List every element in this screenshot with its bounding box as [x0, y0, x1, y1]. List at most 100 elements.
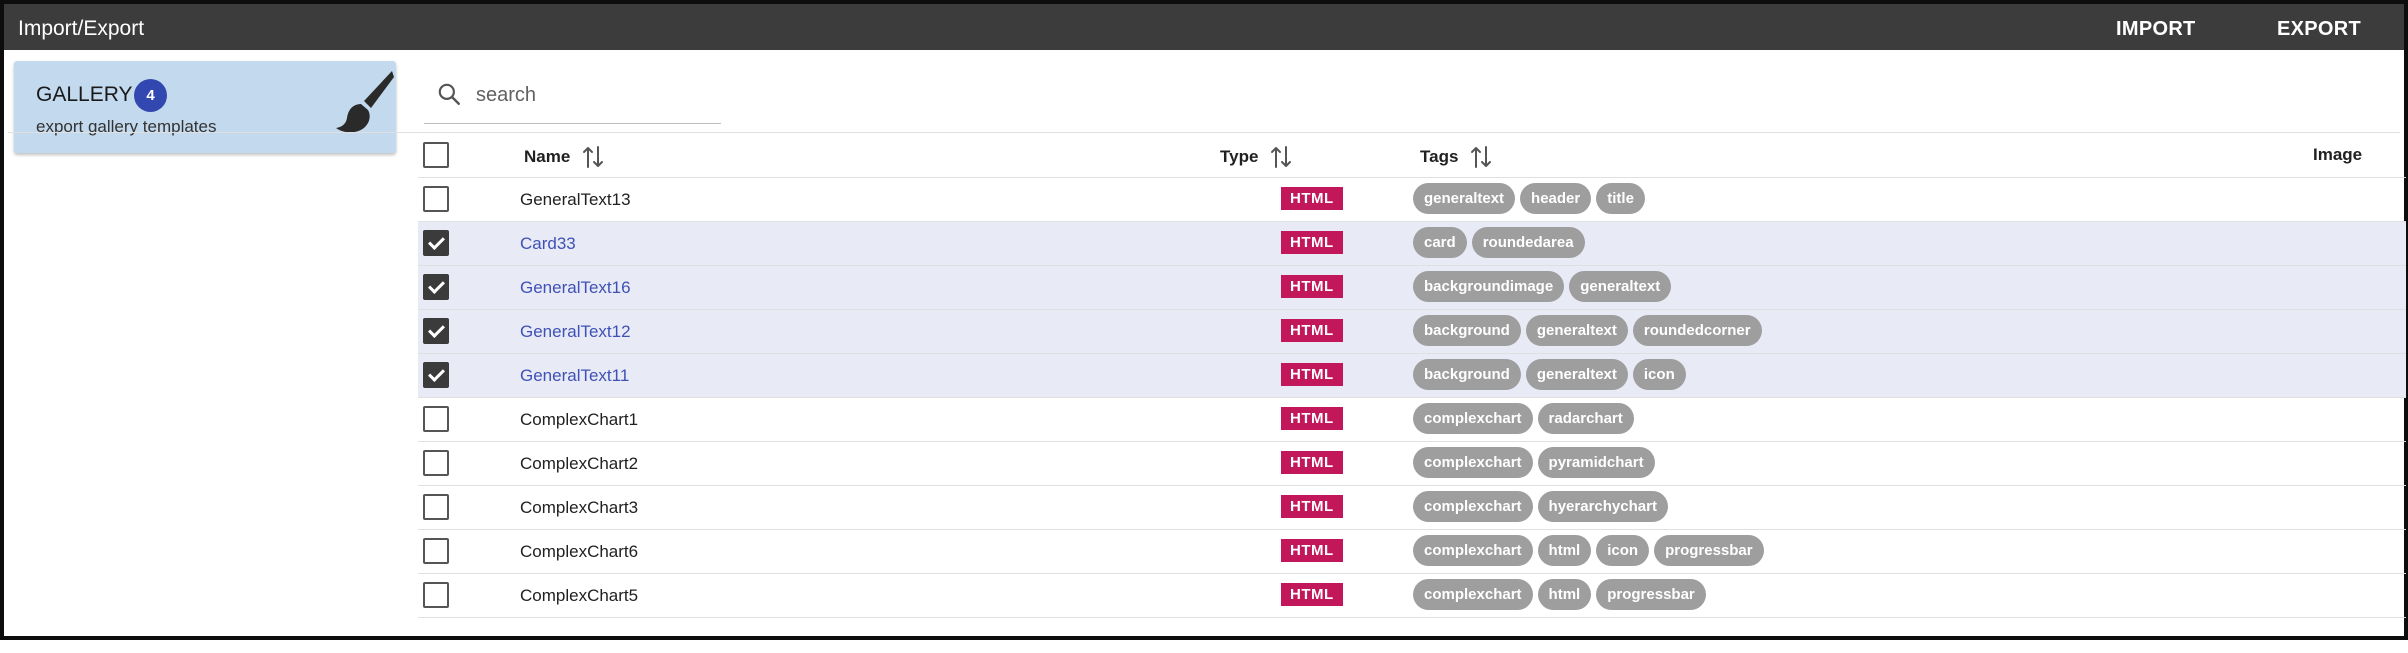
app-title: Import/Export [18, 17, 145, 40]
search-input[interactable] [474, 78, 718, 112]
type-badge: HTML [1281, 539, 1343, 562]
tag-chip: complexchart [1413, 447, 1533, 478]
row-checkbox[interactable] [423, 582, 449, 608]
tag-chip: roundedcorner [1632, 315, 1762, 346]
template-name[interactable]: ComplexChart3 [520, 498, 638, 518]
row-checkbox[interactable] [423, 406, 449, 432]
templates-table: Name Type Tags Image GeneralText13 HTML … [418, 133, 2406, 618]
type-badge: HTML [1281, 319, 1343, 342]
gallery-subtitle: export gallery templates [36, 117, 217, 136]
column-label-image: Image [2313, 145, 2363, 164]
gallery-card[interactable]: GALLERY 4 export gallery templates [14, 61, 396, 153]
type-badge: HTML [1281, 495, 1343, 518]
type-badge: HTML [1281, 363, 1343, 386]
tag-chip: hyerarchychart [1537, 491, 1668, 522]
table-row[interactable]: ComplexChart6 HTML complexchart html icon pro… [418, 530, 2406, 574]
type-badge: HTML [1281, 407, 1343, 430]
tag-chip: roundedarea [1471, 227, 1585, 258]
select-all-checkbox[interactable] [423, 142, 449, 168]
tag-list: card roundedarea [1413, 227, 1585, 258]
table-header: Name Type Tags Image [418, 133, 2406, 178]
template-name[interactable]: GeneralText12 [520, 322, 631, 342]
row-checkbox[interactable] [423, 538, 449, 564]
tag-chip: complexchart [1413, 403, 1533, 434]
type-badge: HTML [1281, 451, 1343, 474]
tag-chip: pyramidchart [1537, 447, 1655, 478]
template-name[interactable]: ComplexChart6 [520, 542, 638, 562]
paintbrush-icon [336, 71, 394, 133]
tag-chip: progressbar [1654, 535, 1764, 566]
type-badge: HTML [1281, 231, 1343, 254]
import-button[interactable]: IMPORT [2116, 18, 2196, 41]
tag-chip: icon [1632, 359, 1686, 390]
tag-chip: html [1537, 579, 1592, 610]
search-field [424, 70, 721, 124]
row-checkbox[interactable] [423, 318, 449, 344]
tag-chip: progressbar [1596, 579, 1706, 610]
table-body: GeneralText13 HTML generaltext header title C… [418, 178, 2406, 618]
tag-chip: generaltext [1525, 359, 1628, 390]
row-checkbox[interactable] [423, 274, 449, 300]
template-name[interactable]: GeneralText13 [520, 190, 631, 210]
tag-list: complexchart hyerarchychart [1413, 491, 1668, 522]
tag-list: complexchart radarchart [1413, 403, 1634, 434]
tag-chip: backgroundimage [1413, 271, 1565, 302]
column-header-image: Image [2313, 145, 2362, 165]
export-button[interactable]: EXPORT [2277, 18, 2361, 41]
template-name[interactable]: Card33 [520, 234, 576, 254]
type-badge: HTML [1281, 275, 1343, 298]
table-row[interactable]: GeneralText12 HTML background generaltext ro… [418, 310, 2406, 354]
tag-chip: generaltext [1413, 183, 1516, 214]
table-row[interactable]: ComplexChart1 HTML complexchart radarchart [418, 398, 2406, 442]
table-row[interactable]: ComplexChart3 HTML complexchart hyerarchych… [418, 486, 2406, 530]
tag-chip: header [1520, 183, 1592, 214]
column-header-type[interactable]: Type [1220, 145, 1292, 169]
row-checkbox[interactable] [423, 450, 449, 476]
tag-list: complexchart html progressbar [1413, 579, 1706, 610]
tag-list: complexchart html icon progressbar [1413, 535, 1764, 566]
column-label-tags: Tags [1420, 147, 1459, 166]
column-header-name[interactable]: Name [524, 145, 604, 169]
tag-list: generaltext header title [1413, 183, 1645, 214]
table-row[interactable]: ComplexChart2 HTML complexchart pyramidchar… [418, 442, 2406, 486]
tag-chip: icon [1596, 535, 1650, 566]
tag-list: background generaltext roundedcorner [1413, 315, 1762, 346]
tag-chip: background [1413, 315, 1521, 346]
tag-chip: title [1596, 183, 1645, 214]
tag-list: backgroundimage generaltext [1413, 271, 1672, 302]
tag-chip: card [1413, 227, 1467, 258]
type-badge: HTML [1281, 583, 1343, 606]
table-row[interactable]: GeneralText16 HTML backgroundimage generalt… [418, 266, 2406, 310]
sort-icon [1271, 146, 1292, 168]
tag-list: background generaltext icon [1413, 359, 1686, 390]
sort-icon [583, 146, 604, 168]
column-header-tags[interactable]: Tags [1420, 145, 1492, 169]
row-checkbox[interactable] [423, 186, 449, 212]
tag-chip: generaltext [1525, 315, 1628, 346]
template-name[interactable]: GeneralText11 [520, 366, 629, 386]
app-window: Import/Export IMPORT EXPORT GALLERY 4 ex… [0, 0, 2408, 640]
tag-chip: complexchart [1413, 579, 1533, 610]
template-name[interactable]: ComplexChart5 [520, 586, 638, 606]
table-row[interactable]: ComplexChart5 HTML complexchart html progres… [418, 574, 2406, 618]
top-app-bar: Import/Export IMPORT EXPORT [4, 4, 2404, 50]
type-badge: HTML [1281, 187, 1343, 210]
tag-chip: radarchart [1537, 403, 1634, 434]
column-label-name: Name [524, 147, 571, 166]
row-checkbox[interactable] [423, 494, 449, 520]
template-name[interactable]: GeneralText16 [520, 278, 631, 298]
template-name[interactable]: ComplexChart2 [520, 454, 638, 474]
tag-chip: generaltext [1569, 271, 1672, 302]
template-name[interactable]: ComplexChart1 [520, 410, 638, 430]
table-row[interactable]: Card33 HTML card roundedarea [418, 222, 2406, 266]
table-row[interactable]: GeneralText13 HTML generaltext header title [418, 178, 2406, 222]
search-icon [438, 83, 460, 105]
column-label-type: Type [1220, 147, 1259, 166]
row-checkbox[interactable] [423, 230, 449, 256]
tag-chip: complexchart [1413, 535, 1533, 566]
gallery-title: GALLERY [36, 83, 133, 106]
tag-chip: background [1413, 359, 1521, 390]
gallery-count-badge: 4 [134, 79, 167, 112]
table-row[interactable]: GeneralText11 HTML background generaltext ic… [418, 354, 2406, 398]
row-checkbox[interactable] [423, 362, 449, 388]
